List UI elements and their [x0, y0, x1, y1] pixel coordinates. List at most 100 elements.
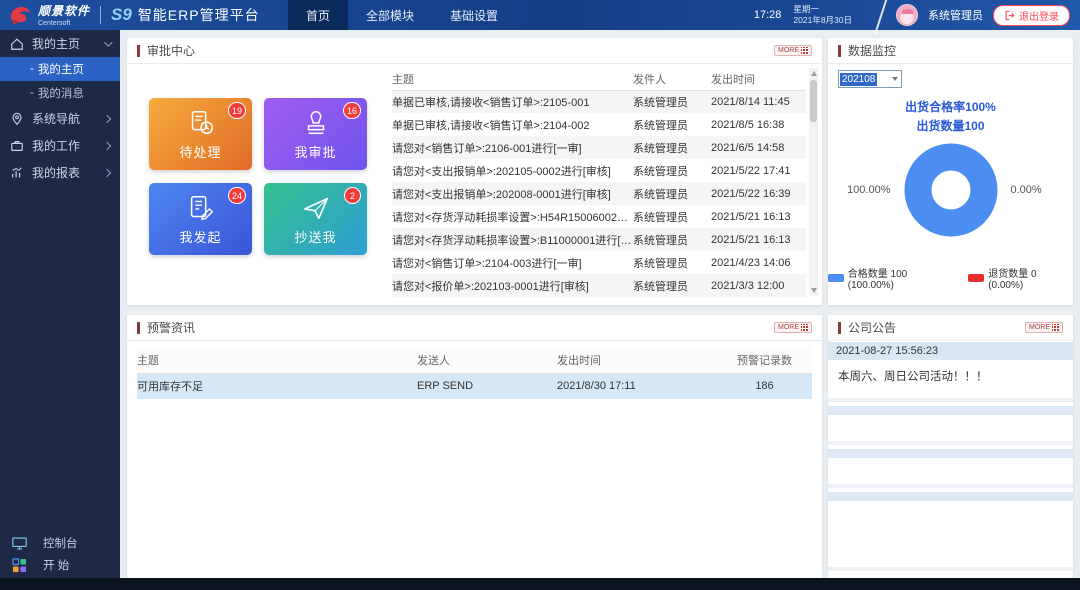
cell-sent-time: 2021/5/22 16:39: [711, 182, 806, 205]
cell-alert-count: 186: [717, 373, 812, 399]
col-sender: 发件人: [633, 68, 711, 90]
sidebar-item-my-reports[interactable]: 我的报表: [0, 159, 120, 186]
sidebar-item-my-work[interactable]: 我的工作: [0, 132, 120, 159]
cell-sent-time: 2021/5/22 17:41: [711, 159, 806, 182]
donut-label-right: 0.00%: [1011, 184, 1067, 196]
approval-tile[interactable]: 24 我发起: [149, 183, 252, 255]
approval-row[interactable]: 请您对<支出报销单>:202105-0002进行[审核] 系统管理员 2021/…: [392, 159, 806, 182]
legend-label: 退货数量 0 (0.00%): [988, 265, 1073, 291]
announcement-empty-item: [828, 406, 1073, 445]
nav-all-modules[interactable]: 全部模块: [348, 0, 432, 30]
cell-sent-time: 2021/8/5 16:38: [711, 113, 806, 136]
legend-item-pass: 合格数量 100 (100.00%): [828, 265, 954, 291]
alerts-panel: 预警资讯 MORE 主题 发送人 发出时间 预警记录数: [127, 315, 822, 578]
user-avatar[interactable]: [896, 4, 918, 26]
s9-logo: S9: [111, 5, 132, 25]
top-nav: 首页 全部模块 基础设置: [288, 0, 516, 30]
approval-more-button[interactable]: MORE: [774, 45, 812, 56]
tile-count-badge: 2: [344, 187, 361, 204]
tile-count-badge: 16: [343, 102, 361, 119]
date-block: 星期一 2021年8月30日: [793, 4, 852, 25]
sidebar-subitem-label: 我的主页: [38, 61, 84, 77]
cell-sent-time: 2021/5/21 16:13: [711, 228, 806, 251]
tile-label: 我审批: [294, 142, 336, 161]
tile-label: 我发起: [179, 227, 221, 246]
chart-icon: [10, 166, 24, 180]
approval-tile[interactable]: 19 待处理: [149, 98, 252, 170]
scroll-up-arrow[interactable]: [811, 71, 817, 76]
approval-row[interactable]: 请您对<销售订单>:2104-003进行[一审] 系统管理员 2021/4/23…: [392, 251, 806, 274]
approval-row[interactable]: 单据已审核,请接收<销售订单>:2104-002 系统管理员 2021/8/5 …: [392, 113, 806, 136]
cell-sent-time: 2021/3/3 12:00: [711, 274, 806, 297]
nav-basic-settings-label: 基础设置: [450, 7, 498, 24]
cell-subject: 请您对<存货浮动耗损率设置>:H54R15006002进行[审核]: [392, 205, 633, 228]
col-subject: 主题: [392, 68, 633, 90]
logout-button[interactable]: 退出登录: [993, 5, 1070, 26]
cell-sender: 系统管理员: [633, 274, 711, 297]
cell-sender: 系统管理员: [633, 90, 711, 113]
brand-area: 顺景软件 Centersoft S9 智能ERP管理平台: [8, 0, 260, 30]
sidebar-subitem-my-home[interactable]: 我的主页: [0, 57, 120, 81]
approval-panel-title: 审批中心: [147, 42, 774, 59]
col-sent-time: 发出时间: [711, 68, 806, 90]
nav-all-modules-label: 全部模块: [366, 7, 414, 24]
main-content: 审批中心 MORE 19: [120, 30, 1080, 578]
cell-subject: 请您对<支出报销单>:202105-0002进行[审核]: [392, 159, 633, 182]
legend-swatch-blue: [828, 274, 844, 282]
nav-home[interactable]: 首页: [288, 0, 348, 30]
cell-subject: 单据已审核,请接收<销售订单>:2105-001: [392, 90, 633, 113]
cell-subject: 请您对<报价单>:202103-0001进行[审核]: [392, 274, 633, 297]
panel-accent-bar: [137, 322, 140, 334]
approval-row[interactable]: 请您对<销售订单>:2106-001进行[一审] 系统管理员 2021/6/5 …: [392, 136, 806, 159]
tile-count-badge: 19: [228, 102, 246, 119]
approval-table-scrollbar[interactable]: [809, 68, 818, 296]
clock: 17:28: [754, 9, 782, 21]
approval-center-panel: 审批中心 MORE 19: [127, 38, 822, 305]
brand-divider: [100, 6, 101, 24]
approval-row[interactable]: 请您对<存货浮动耗损率设置>:B11000001进行[审核] 系统管理员 202…: [392, 228, 806, 251]
more-label: MORE: [778, 324, 799, 331]
briefcase-icon: [10, 139, 24, 153]
alerts-table-header-row: 主题 发送人 发出时间 预警记录数: [137, 347, 812, 373]
approval-row[interactable]: 请您对<存货浮动耗损率设置>:H54R15006002进行[审核] 系统管理员 …: [392, 205, 806, 228]
sidebar-item-my-home[interactable]: 我的主页: [0, 30, 120, 57]
scroll-down-arrow[interactable]: [811, 288, 817, 293]
sidebar-item-label: 我的报表: [32, 164, 96, 181]
col-subject: 主题: [137, 347, 417, 373]
nav-basic-settings[interactable]: 基础设置: [432, 0, 516, 30]
announcements-more-button[interactable]: MORE: [1025, 322, 1063, 333]
announcement-body: 本周六、周日公司活动！！！: [828, 360, 1073, 402]
start-button[interactable]: 开 始: [0, 554, 120, 576]
sidebar-subitem-my-messages[interactable]: 我的消息: [0, 81, 120, 105]
approval-tile[interactable]: 2 抄送我: [264, 183, 367, 255]
nav-home-label: 首页: [306, 7, 330, 24]
erp-dashboard: 顺景软件 Centersoft S9 智能ERP管理平台 首页 全部模块 基础设…: [0, 0, 1080, 590]
approval-tile[interactable]: 16 我审批: [264, 98, 367, 170]
cell-subject: 单据已审核,请接收<销售订单>:2104-002: [392, 113, 633, 136]
announcement-empty-item: [828, 492, 1073, 571]
tile-label: 抄送我: [294, 227, 336, 246]
sidebar-item-system-nav[interactable]: 系统导航: [0, 105, 120, 132]
announcement-item[interactable]: 2021-08-27 15:56:23 本周六、周日公司活动！！！: [828, 342, 1073, 402]
approval-row[interactable]: 请您对<支出报销单>:202008-0001进行[审核] 系统管理员 2021/…: [392, 182, 806, 205]
approval-table-header-row: 主题 发件人 发出时间: [392, 68, 806, 90]
chevron-right-icon: [103, 168, 111, 176]
console-label: 控制台: [43, 535, 78, 551]
scroll-thumb[interactable]: [810, 80, 817, 122]
monitor-panel-header: 数据监控: [828, 38, 1073, 64]
alerts-more-button[interactable]: MORE: [774, 322, 812, 333]
approval-row[interactable]: 请您对<报价单>:202103-0001进行[审核] 系统管理员 2021/3/…: [392, 274, 806, 297]
alert-row[interactable]: 可用库存不足 ERP SEND 2021/8/30 17:11 186: [137, 373, 812, 399]
approval-row[interactable]: 单据已审核,请接收<销售订单>:2105-001 系统管理员 2021/8/14…: [392, 90, 806, 113]
cell-sender: ERP SEND: [417, 373, 557, 399]
home-icon: [10, 37, 24, 51]
cell-sent-time: 2021/8/30 17:11: [557, 373, 717, 399]
period-select[interactable]: 202108: [838, 70, 902, 88]
chevron-right-icon: [103, 141, 111, 149]
ship-qty-text: 出货数量100: [828, 117, 1073, 136]
bottom-status-strip: [0, 578, 1080, 590]
approval-panel-header: 审批中心 MORE: [127, 38, 822, 64]
top-bar: 顺景软件 Centersoft S9 智能ERP管理平台 首页 全部模块 基础设…: [0, 0, 1080, 30]
monitor-summary: 出货合格率100% 出货数量100: [828, 98, 1073, 136]
console-button[interactable]: 控制台: [0, 532, 120, 554]
